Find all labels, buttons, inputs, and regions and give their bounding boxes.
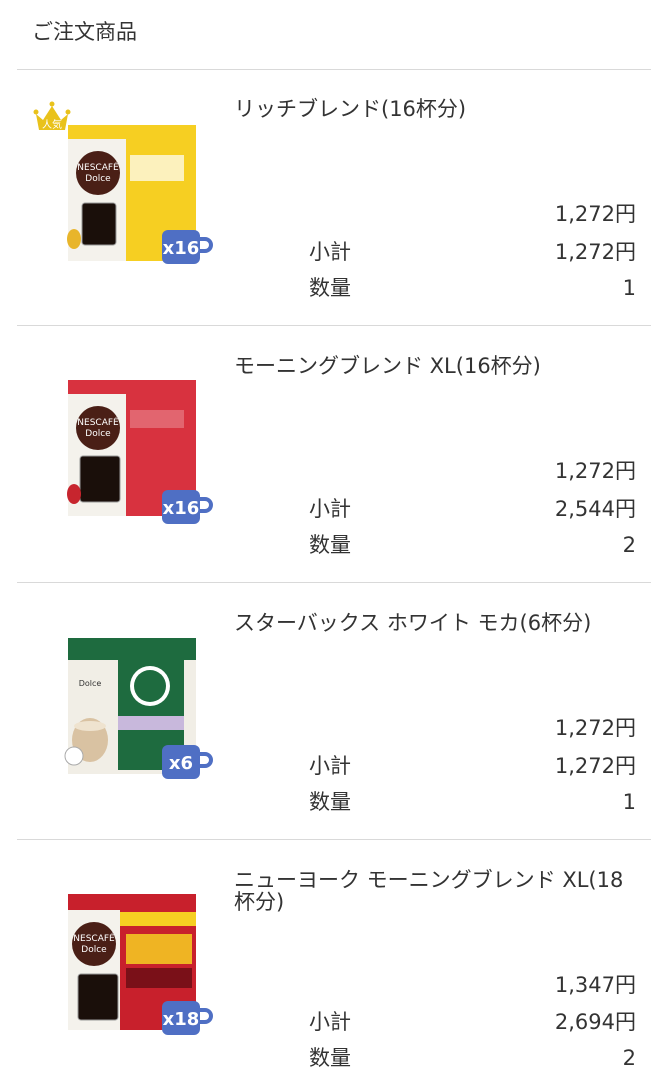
quantity-value: 1 bbox=[622, 790, 636, 814]
divider bbox=[17, 839, 651, 840]
cup-count: x16 bbox=[163, 498, 200, 519]
svg-text:NESCAFÉ: NESCAFÉ bbox=[77, 416, 119, 428]
svg-text:NESCAFÉ: NESCAFÉ bbox=[77, 161, 119, 173]
unit-price: 1,272円 bbox=[554, 716, 636, 740]
order-items-page: ご注文商品 人気 NESCAFÉ Dolce x16 リッチブレンド(16杯分)… bbox=[0, 0, 669, 1080]
item-name[interactable]: モーニングブレンド XL(16杯分) bbox=[234, 355, 644, 377]
quantity-value: 2 bbox=[622, 1046, 636, 1070]
subtotal-value: 2,544円 bbox=[554, 497, 636, 521]
svg-text:Dolce: Dolce bbox=[79, 679, 102, 688]
subtotal-value: 2,694円 bbox=[554, 1010, 636, 1034]
divider bbox=[17, 69, 651, 70]
quantity-value: 2 bbox=[622, 533, 636, 557]
divider bbox=[17, 325, 651, 326]
subtotal-value: 1,272円 bbox=[554, 240, 636, 264]
divider bbox=[17, 582, 651, 583]
cup-count-badge: x16 bbox=[161, 228, 213, 268]
quantity-label: 数量 bbox=[309, 276, 351, 300]
section-title: ご注文商品 bbox=[32, 20, 137, 44]
svg-text:Dolce: Dolce bbox=[85, 429, 111, 439]
subtotal-label: 小計 bbox=[309, 1010, 351, 1034]
cup-count: x6 bbox=[169, 753, 193, 774]
quantity-value: 1 bbox=[622, 276, 636, 300]
subtotal-label: 小計 bbox=[309, 497, 351, 521]
unit-price: 1,272円 bbox=[554, 459, 636, 483]
cup-count: x18 bbox=[163, 1009, 200, 1030]
unit-price: 1,347円 bbox=[554, 973, 636, 997]
svg-text:Dolce: Dolce bbox=[85, 174, 111, 184]
cup-count-badge: x18 bbox=[161, 999, 213, 1039]
item-name[interactable]: スターバックス ホワイト モカ(6杯分) bbox=[234, 612, 644, 634]
svg-text:NESCAFÉ: NESCAFÉ bbox=[73, 932, 115, 944]
item-name[interactable]: リッチブレンド(16杯分) bbox=[234, 98, 644, 120]
quantity-label: 数量 bbox=[309, 790, 351, 814]
item-name[interactable]: ニューヨーク モーニングブレンド XL(18杯分) bbox=[234, 869, 644, 913]
quantity-label: 数量 bbox=[309, 1046, 351, 1070]
quantity-label: 数量 bbox=[309, 533, 351, 557]
svg-text:Dolce: Dolce bbox=[81, 945, 107, 955]
cup-count: x16 bbox=[163, 238, 200, 259]
subtotal-label: 小計 bbox=[309, 754, 351, 778]
subtotal-value: 1,272円 bbox=[554, 754, 636, 778]
cup-count-badge: x16 bbox=[161, 488, 213, 528]
subtotal-label: 小計 bbox=[309, 240, 351, 264]
unit-price: 1,272円 bbox=[554, 202, 636, 226]
cup-count-badge: x6 bbox=[161, 743, 213, 783]
popular-label: 人気 bbox=[42, 118, 62, 131]
